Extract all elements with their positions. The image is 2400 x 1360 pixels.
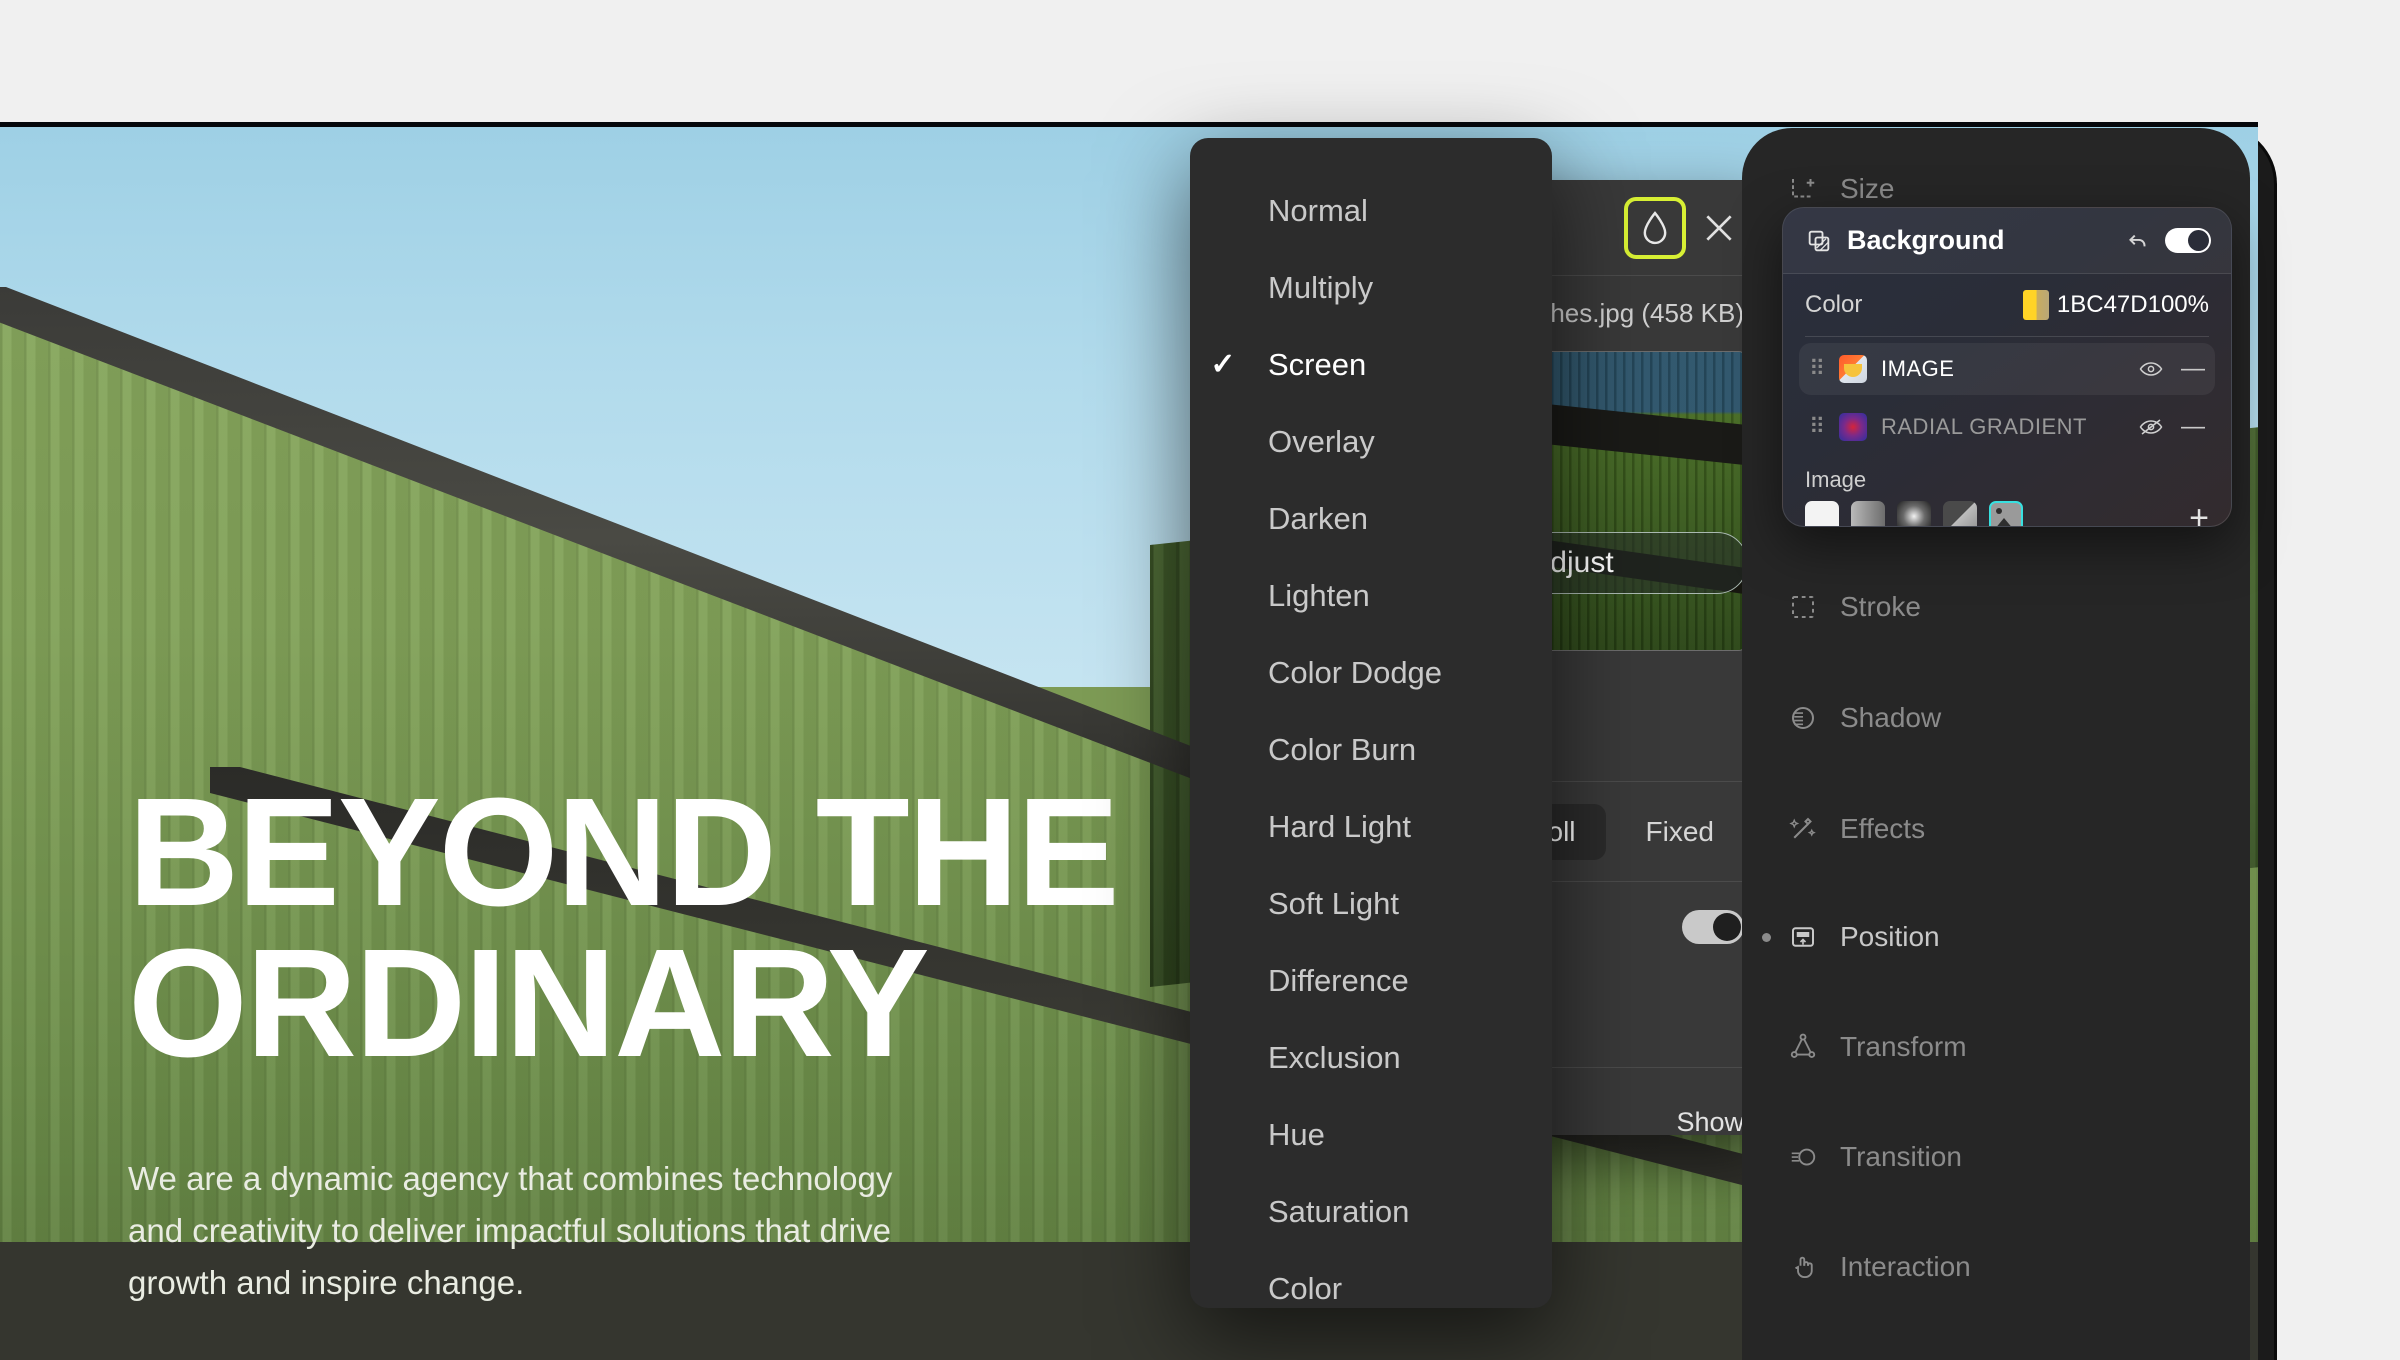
undo-icon[interactable] bbox=[2125, 228, 2151, 254]
attachment-option-fixed[interactable]: Fixed bbox=[1616, 804, 1744, 860]
background-card-header: Background bbox=[1783, 208, 2231, 274]
drag-handle-icon[interactable]: ⠿ bbox=[1809, 358, 1825, 380]
show-button[interactable]: Show bbox=[1676, 1107, 1744, 1135]
blend-mode-item-exclusion[interactable]: Exclusion bbox=[1190, 1019, 1552, 1096]
rail-label-size: Size bbox=[1840, 173, 1895, 204]
blend-mode-item-multiply[interactable]: Multiply bbox=[1190, 249, 1552, 326]
blend-mode-item-overlay[interactable]: Overlay bbox=[1190, 403, 1552, 480]
background-color-label: Color bbox=[1805, 291, 1863, 318]
blend-mode-item-color[interactable]: Color bbox=[1190, 1250, 1552, 1327]
eye-off-icon[interactable] bbox=[2139, 418, 2167, 436]
color-hex-value[interactable]: 1BC47D bbox=[2057, 291, 2148, 319]
radial-gradient-thumb bbox=[1839, 413, 1867, 441]
droplet-icon[interactable] bbox=[1624, 196, 1686, 259]
blend-mode-item-color-dodge[interactable]: Color Dodge bbox=[1190, 634, 1552, 711]
blend-mode-label: Hue bbox=[1268, 1116, 1325, 1152]
background-card: Background Color 1BC47D 100% ⠿ IMAGE — ⠿… bbox=[1782, 207, 2232, 527]
position-active-dot bbox=[1762, 932, 1771, 942]
image-swatch-list: + bbox=[1783, 493, 2231, 526]
layer-label-image: IMAGE bbox=[1881, 356, 1955, 381]
blend-mode-label: Soft Light bbox=[1268, 885, 1399, 921]
rail-item-transform[interactable]: Transform bbox=[1742, 1004, 2250, 1090]
blend-mode-label: Screen bbox=[1268, 346, 1367, 382]
blend-mode-item-hard-light[interactable]: Hard Light bbox=[1190, 788, 1552, 865]
rail-label-stroke: Stroke bbox=[1840, 591, 1921, 622]
blend-mode-menu[interactable]: Normal Multiply ✓ Screen Overlay Darken Lighte… bbox=[1190, 138, 1552, 1308]
image-thumb bbox=[1839, 355, 1867, 383]
app-root: BEYOND THE ORDINARY We are a dynamic agen… bbox=[0, 0, 2400, 1360]
size-icon bbox=[1786, 172, 1820, 206]
blend-mode-label: Color Burn bbox=[1268, 731, 1417, 767]
hero-body-text: We are a dynamic agency that combines te… bbox=[128, 1159, 893, 1302]
interaction-icon bbox=[1786, 1250, 1820, 1284]
plus-icon[interactable]: + bbox=[2189, 501, 2209, 526]
rail-item-transition[interactable]: Transition bbox=[1742, 1114, 2250, 1200]
blend-mode-label: Exclusion bbox=[1268, 1039, 1401, 1075]
transition-icon bbox=[1786, 1140, 1820, 1174]
image-swatch[interactable] bbox=[1989, 501, 2023, 526]
layer-row-radial-gradient[interactable]: ⠿ RADIAL GRADIENT — bbox=[1799, 401, 2215, 453]
background-enable-toggle[interactable] bbox=[2165, 228, 2211, 253]
rail-label-effects: Effects bbox=[1840, 813, 1926, 844]
drag-handle-icon[interactable]: ⠿ bbox=[1809, 416, 1825, 438]
rail-item-stroke[interactable]: Stroke bbox=[1742, 564, 2250, 650]
solid-white-swatch[interactable] bbox=[1805, 501, 1839, 526]
rail-item-shadow[interactable]: Shadow bbox=[1742, 675, 2250, 761]
rail-item-position[interactable]: Position bbox=[1742, 894, 2250, 980]
blend-mode-label: Difference bbox=[1268, 962, 1409, 998]
rail-label-interaction: Interaction bbox=[1840, 1251, 1971, 1282]
divider bbox=[1805, 336, 2209, 337]
position-icon bbox=[1786, 920, 1820, 954]
minus-icon[interactable]: — bbox=[2181, 413, 2205, 441]
blend-mode-label: Normal bbox=[1268, 192, 1368, 228]
blend-mode-item-difference[interactable]: Difference bbox=[1190, 942, 1552, 1019]
color-opacity-value[interactable]: 100% bbox=[2148, 291, 2209, 319]
hero-headline-line1: BEYOND THE bbox=[128, 766, 1120, 938]
rail-item-effects[interactable]: Effects bbox=[1742, 786, 2250, 872]
effects-icon bbox=[1786, 812, 1820, 846]
background-layers-icon bbox=[1805, 227, 1833, 255]
blend-mode-label: Overlay bbox=[1268, 423, 1375, 459]
panel-toggle[interactable] bbox=[1682, 910, 1744, 944]
blend-mode-item-normal[interactable]: Normal bbox=[1190, 172, 1552, 249]
eye-icon[interactable] bbox=[2139, 360, 2167, 378]
check-icon: ✓ bbox=[1210, 348, 1236, 381]
blend-mode-item-screen[interactable]: ✓ Screen bbox=[1190, 326, 1552, 403]
blend-mode-item-hue[interactable]: Hue bbox=[1190, 1096, 1552, 1173]
blend-mode-label: Lighten bbox=[1268, 577, 1370, 613]
layer-label-radial-gradient: RADIAL GRADIENT bbox=[1881, 414, 2087, 439]
layer-row-image[interactable]: ⠿ IMAGE — bbox=[1799, 343, 2215, 395]
background-card-title: Background bbox=[1847, 225, 2005, 255]
hero-headline-line2: ORDINARY bbox=[128, 916, 930, 1089]
linear-gradient-swatch[interactable] bbox=[1851, 501, 1885, 526]
radial-gradient-swatch[interactable] bbox=[1897, 501, 1931, 526]
blend-mode-label: Color Dodge bbox=[1268, 654, 1443, 690]
rail-label-position: Position bbox=[1840, 921, 1940, 952]
blend-mode-label: Saturation bbox=[1268, 1193, 1410, 1229]
rail-item-interaction[interactable]: Interaction bbox=[1742, 1224, 2250, 1310]
blend-mode-label: Multiply bbox=[1268, 269, 1374, 305]
color-swatch[interactable] bbox=[2022, 290, 2049, 320]
hero-section: BEYOND THE ORDINARY We are a dynamic agen… bbox=[128, 775, 1308, 1309]
blend-mode-item-color-burn[interactable]: Color Burn bbox=[1190, 711, 1552, 788]
hero-headline: BEYOND THE ORDINARY bbox=[128, 775, 1308, 1080]
rail-label-transform: Transform bbox=[1840, 1031, 1967, 1062]
stroke-icon bbox=[1786, 590, 1820, 624]
blend-mode-item-soft-light[interactable]: Soft Light bbox=[1190, 865, 1552, 942]
rail-label-transition: Transition bbox=[1840, 1141, 1962, 1172]
blend-mode-label: Darken bbox=[1268, 500, 1368, 536]
transform-icon bbox=[1786, 1030, 1820, 1064]
minus-icon[interactable]: — bbox=[2181, 355, 2205, 383]
angular-gradient-swatch[interactable] bbox=[1943, 501, 1977, 526]
blend-mode-item-saturation[interactable]: Saturation bbox=[1190, 1173, 1552, 1250]
blend-mode-label: Color bbox=[1268, 1270, 1343, 1306]
background-color-row[interactable]: Color 1BC47D 100% bbox=[1783, 274, 2231, 336]
image-section-label: Image bbox=[1805, 467, 1867, 492]
rail-label-shadow: Shadow bbox=[1840, 702, 1942, 733]
blend-mode-item-lighten[interactable]: Lighten bbox=[1190, 557, 1552, 634]
close-icon[interactable] bbox=[1690, 199, 1748, 257]
blend-mode-label: Hard Light bbox=[1268, 808, 1412, 844]
blend-mode-item-darken[interactable]: Darken bbox=[1190, 480, 1552, 557]
shadow-icon bbox=[1786, 701, 1820, 735]
